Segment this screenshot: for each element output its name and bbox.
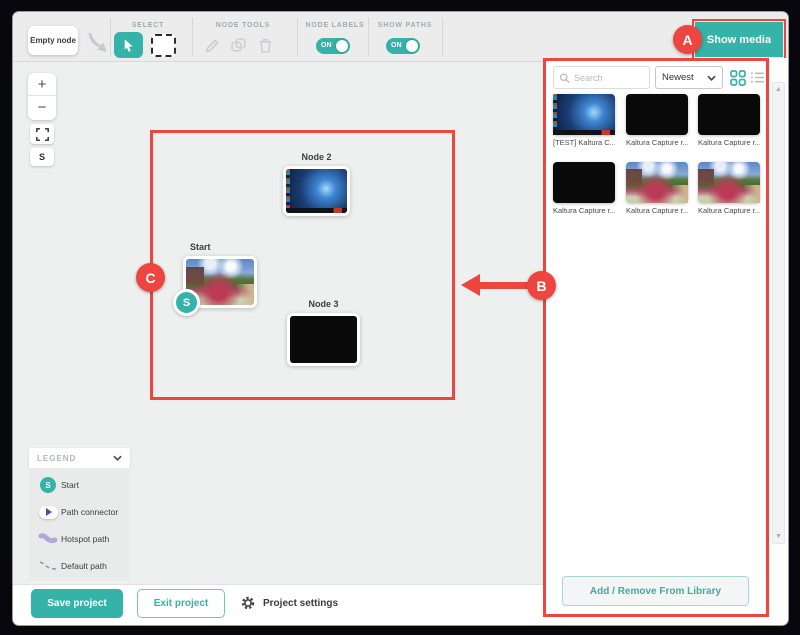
add-remove-library-button[interactable]: Add / Remove From Library <box>562 576 749 606</box>
annotation-badge-c: C <box>136 263 165 292</box>
select-start-node-button[interactable]: S <box>30 148 54 166</box>
media-thumbnail <box>626 162 688 203</box>
fullscreen-icon <box>36 128 49 141</box>
project-settings-button[interactable]: Project settings <box>239 594 338 612</box>
media-thumbnail <box>698 94 760 135</box>
media-item[interactable]: Kaltura Capture r... <box>553 162 615 215</box>
media-item[interactable]: Kaltura Capture r... <box>626 94 688 147</box>
node-tools-section-label: NODE TOOLS <box>203 22 283 29</box>
hotspot-path-icon <box>35 532 61 546</box>
toolbar-divider <box>192 18 193 56</box>
media-thumbnail <box>553 94 615 135</box>
show-paths-toggle[interactable]: ON <box>386 38 420 54</box>
project-settings-label: Project settings <box>263 598 338 609</box>
legend-item-path-connector: Path connector <box>35 503 124 521</box>
path-connector-icon <box>39 506 58 519</box>
scroll-up-icon[interactable]: ▲ <box>773 86 784 93</box>
save-project-button[interactable]: Save project <box>31 589 123 618</box>
media-panel: Newest [TEST] Kaltura C... <box>543 58 788 617</box>
media-thumbnail <box>553 162 615 203</box>
toolbar-divider <box>297 18 298 56</box>
annotation-badge-b: B <box>527 271 556 300</box>
select-cursor-button[interactable] <box>114 32 143 58</box>
zoom-control: + − <box>28 73 56 120</box>
toolbar-divider <box>368 18 369 56</box>
search-input[interactable] <box>574 73 644 83</box>
fit-to-screen-button[interactable] <box>30 124 54 144</box>
legend-item-hotspot-path: Hotspot path <box>35 530 124 548</box>
grid-view-icon[interactable] <box>730 70 746 86</box>
toolbar-divider <box>442 18 443 56</box>
search-icon <box>559 72 570 84</box>
gear-icon <box>239 594 257 612</box>
legend-panel: LEGEND S Start Path connector Hotspot pa… <box>29 448 130 581</box>
sort-selected-value: Newest <box>662 72 694 83</box>
media-item-label: Kaltura Capture r... <box>698 138 760 147</box>
chevron-down-icon <box>707 75 716 81</box>
cursor-icon <box>121 38 136 53</box>
media-item-label: Kaltura Capture r... <box>626 206 688 215</box>
toolbar-divider <box>110 18 111 56</box>
media-panel-content: Newest [TEST] Kaltura C... <box>546 61 766 614</box>
exit-project-button[interactable]: Exit project <box>137 589 225 618</box>
show-media-button[interactable]: Show media <box>695 22 783 57</box>
media-thumbnail <box>698 162 760 203</box>
list-view-icon[interactable] <box>750 71 766 87</box>
delete-node-icon[interactable] <box>257 37 274 54</box>
chevron-down-icon <box>113 455 122 461</box>
panel-scrollbar[interactable]: ▲ ▼ <box>772 82 785 544</box>
toggle-on-label: ON <box>391 42 402 49</box>
media-item[interactable]: Kaltura Capture r... <box>698 162 760 215</box>
zoom-in-button[interactable]: + <box>28 73 56 96</box>
show-paths-section-label: SHOW PATHS <box>375 22 435 29</box>
media-item[interactable]: [TEST] Kaltura C... <box>553 94 615 147</box>
node-labels-section-label: NODE LABELS <box>305 22 365 29</box>
top-toolbar: Empty node SELECT NODE TOOLS NODE LABELS… <box>13 12 788 62</box>
node-labels-toggle[interactable]: ON <box>316 38 350 54</box>
toggle-knob <box>406 40 418 52</box>
legend-title: LEGEND <box>37 454 76 463</box>
media-item-label: Kaltura Capture r... <box>553 206 615 215</box>
legend-item-label: Start <box>61 480 79 490</box>
toggle-knob <box>336 40 348 52</box>
media-item[interactable]: Kaltura Capture r... <box>626 162 688 215</box>
default-path-icon <box>35 559 61 573</box>
app-window: Empty node SELECT NODE TOOLS NODE LABELS… <box>13 12 788 625</box>
legend-item-label: Path connector <box>61 507 118 517</box>
media-item[interactable]: Kaltura Capture r... <box>698 94 760 147</box>
marquee-select-button[interactable] <box>151 34 176 57</box>
annotation-rect-canvas <box>150 130 455 400</box>
legend-item-start: S Start <box>35 476 124 494</box>
media-thumbnail <box>626 94 688 135</box>
toggle-on-label: ON <box>321 42 332 49</box>
media-item-label: [TEST] Kaltura C... <box>553 138 615 147</box>
drag-node-arrow-icon <box>83 31 109 57</box>
media-item-label: Kaltura Capture r... <box>698 206 760 215</box>
scroll-down-icon[interactable]: ▼ <box>773 533 784 540</box>
zoom-out-button[interactable]: − <box>28 96 56 119</box>
annotation-badge-a: A <box>673 25 702 54</box>
sort-dropdown[interactable]: Newest <box>655 66 723 89</box>
start-select-icon: S <box>39 152 45 162</box>
legend-item-label: Hotspot path <box>61 534 109 544</box>
start-badge-icon: S <box>40 477 56 493</box>
legend-header[interactable]: LEGEND <box>29 448 130 468</box>
edit-node-icon[interactable] <box>204 37 221 54</box>
legend-body: S Start Path connector Hotspot path Defa… <box>29 468 130 581</box>
duplicate-node-icon[interactable] <box>230 37 247 54</box>
empty-node-button[interactable]: Empty node <box>28 26 78 55</box>
select-section-label: SELECT <box>117 22 179 29</box>
media-search[interactable] <box>553 66 650 89</box>
media-item-label: Kaltura Capture r... <box>626 138 688 147</box>
legend-item-default-path: Default path <box>35 557 124 575</box>
legend-item-label: Default path <box>61 561 107 571</box>
